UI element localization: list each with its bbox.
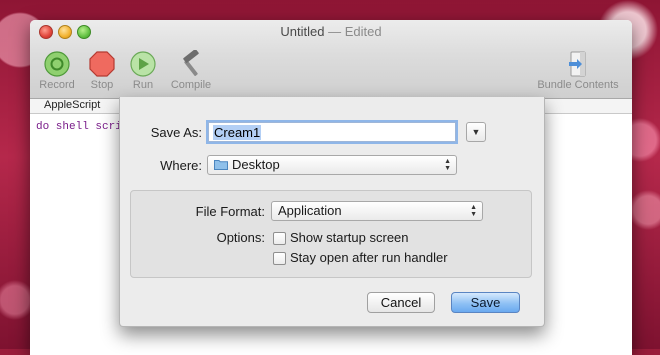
where-value: Desktop — [232, 157, 280, 172]
file-format-label: File Format: — [195, 204, 265, 219]
options-label: Options: — [216, 230, 265, 245]
where-popup[interactable]: Desktop ▲ ▼ — [207, 155, 457, 175]
save-as-label: Save As: — [150, 125, 202, 140]
bundle-contents-button[interactable]: Bundle Contents — [530, 50, 626, 91]
stay-open-checkbox[interactable] — [273, 252, 286, 265]
save-button[interactable]: Save — [451, 292, 520, 313]
record-button[interactable]: Record — [34, 50, 80, 91]
stop-button[interactable]: Stop — [79, 50, 125, 91]
titlebar: Untitled — Edited Record Stop Run Compil… — [30, 20, 632, 99]
compile-label: Compile — [170, 79, 212, 91]
run-button[interactable]: Run — [120, 50, 166, 91]
window-title: Untitled — Edited — [30, 24, 632, 39]
stay-open-label[interactable]: Stay open after run handler — [290, 250, 448, 265]
save-as-value: Cream1 — [213, 125, 262, 140]
expand-sheet-button[interactable]: ▼ — [466, 122, 486, 142]
show-startup-screen-checkbox[interactable] — [273, 232, 286, 245]
hammer-icon — [183, 50, 199, 76]
compile-button[interactable]: Compile — [166, 50, 216, 91]
file-format-popup[interactable]: Application ▲ ▼ — [271, 201, 483, 221]
popup-arrows-icon: ▲ ▼ — [444, 158, 451, 172]
window-title-edited: — Edited — [328, 24, 382, 39]
stop-label: Stop — [90, 79, 114, 91]
options-group: File Format: Application ▲ ▼ Options: Sho… — [130, 190, 532, 278]
disclosure-down-icon: ▼ — [471, 127, 481, 137]
file-format-value: Application — [278, 203, 342, 218]
stop-icon — [89, 51, 115, 77]
where-label: Where: — [160, 158, 202, 173]
save-sheet: Save As: Cream1 ▼ Where: Desktop ▲ ▼ File… — [119, 97, 545, 327]
show-startup-screen-label[interactable]: Show startup screen — [290, 230, 409, 245]
play-icon — [130, 51, 156, 77]
popup-arrows-icon: ▲ ▼ — [470, 204, 477, 218]
run-label: Run — [132, 79, 154, 91]
language-selector[interactable]: AppleScript — [44, 99, 100, 111]
record-label: Record — [39, 79, 75, 91]
window-title-name: Untitled — [280, 24, 325, 39]
save-as-field[interactable]: Cream1 — [208, 122, 456, 142]
cancel-button[interactable]: Cancel — [367, 292, 435, 313]
record-icon — [44, 51, 70, 77]
folder-icon — [214, 160, 228, 171]
bundle-contents-label: Bundle Contents — [537, 79, 619, 91]
bundle-contents-icon — [569, 51, 586, 77]
